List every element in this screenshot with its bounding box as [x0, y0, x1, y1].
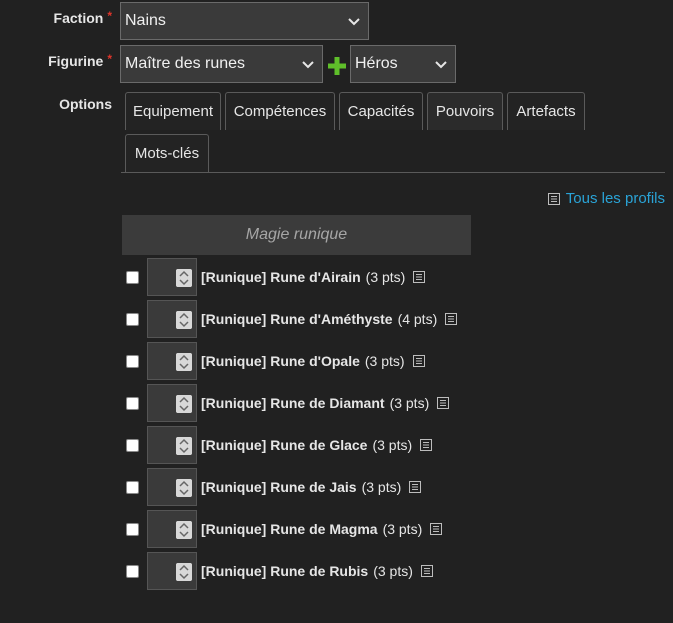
spinner-arrows-icon[interactable]	[176, 395, 192, 413]
select-checkbox[interactable]	[126, 438, 139, 452]
item-points: (3 pts)	[389, 395, 430, 411]
spinner-arrows-icon[interactable]	[176, 563, 192, 581]
select-checkbox[interactable]	[126, 564, 139, 578]
item-name: [Runique] Rune de Glace	[201, 437, 368, 453]
tab-artefacts[interactable]: Artefacts	[507, 92, 585, 130]
quantity-stepper[interactable]	[147, 426, 197, 464]
chevron-down-icon	[435, 61, 447, 69]
document-icon[interactable]	[445, 313, 458, 325]
required-marker: *	[107, 52, 112, 66]
item-name: [Runique] Rune de Jais	[201, 479, 357, 495]
item-name: [Runique] Rune d'Améthyste	[201, 311, 393, 327]
item-points: (3 pts)	[373, 563, 413, 579]
select-checkbox[interactable]	[126, 354, 139, 368]
list-item: [Runique] Rune d'Améthyste (4 pts)	[126, 300, 458, 338]
select-checkbox[interactable]	[126, 270, 139, 284]
tabs-divider	[121, 172, 665, 173]
item-points: (4 pts)	[397, 311, 438, 327]
tab-equipement[interactable]: Equipement	[125, 92, 221, 130]
tab-competences[interactable]: Compétences	[225, 92, 335, 130]
item-points: (3 pts)	[365, 269, 406, 285]
quantity-stepper[interactable]	[147, 258, 197, 296]
figurine-label-text: Figurine	[48, 53, 104, 69]
item-points: (3 pts)	[361, 479, 402, 495]
list-item: [Runique] Rune d'Opale (3 pts)	[126, 342, 425, 380]
faction-select-value: Nains	[125, 12, 166, 29]
quantity-stepper[interactable]	[147, 468, 197, 506]
document-icon[interactable]	[437, 397, 450, 409]
select-checkbox[interactable]	[126, 396, 139, 410]
required-marker: *	[107, 9, 112, 23]
faction-label-text: Faction	[53, 10, 104, 26]
document-icon[interactable]	[420, 565, 433, 577]
spinner-arrows-icon[interactable]	[176, 269, 192, 287]
item-name: [Runique] Rune de Rubis	[201, 563, 369, 579]
figurine-type-select[interactable]: Héros	[350, 45, 456, 83]
spinner-arrows-icon[interactable]	[176, 353, 192, 371]
list-item: [Runique] Rune de Diamant (3 pts)	[126, 384, 450, 422]
quantity-stepper[interactable]	[147, 300, 197, 338]
item-name: [Runique] Rune de Diamant	[201, 395, 385, 411]
item-name: [Runique] Rune d'Opale	[201, 353, 360, 369]
quantity-stepper[interactable]	[147, 510, 197, 548]
list-item: [Runique] Rune de Magma (3 pts)	[126, 510, 443, 548]
spinner-arrows-icon[interactable]	[176, 437, 192, 455]
spinner-arrows-icon[interactable]	[176, 479, 192, 497]
spinner-arrows-icon[interactable]	[176, 311, 192, 329]
all-profiles-text[interactable]: Tous les profils	[566, 190, 665, 207]
all-profiles-link[interactable]: Tous les profils	[547, 190, 665, 207]
document-icon[interactable]	[420, 439, 433, 451]
tab-pouvoirs[interactable]: Pouvoirs	[427, 92, 503, 130]
faction-select[interactable]: Nains	[120, 2, 369, 40]
list-item: [Runique] Rune de Jais (3 pts)	[126, 468, 422, 506]
item-name: [Runique] Rune de Magma	[201, 521, 378, 537]
quantity-stepper[interactable]	[147, 384, 197, 422]
figurine-label: Figurine *	[48, 52, 112, 69]
document-icon[interactable]	[412, 355, 425, 367]
figurine-select[interactable]: Maître des runes	[120, 45, 323, 83]
document-icon[interactable]	[413, 271, 426, 283]
list-item: [Runique] Rune de Rubis (3 pts)	[126, 552, 433, 590]
chevron-down-icon	[302, 61, 314, 69]
spinner-arrows-icon[interactable]	[176, 521, 192, 539]
item-points: (3 pts)	[372, 437, 413, 453]
document-icon[interactable]	[430, 523, 443, 535]
list-item: [Runique] Rune d'Airain (3 pts)	[126, 258, 426, 296]
group-header: Magie runique	[122, 215, 471, 255]
chevron-down-icon	[348, 18, 360, 26]
item-points: (3 pts)	[364, 353, 405, 369]
quantity-stepper[interactable]	[147, 552, 197, 590]
select-checkbox[interactable]	[126, 480, 139, 494]
faction-label: Faction *	[53, 9, 112, 26]
select-checkbox[interactable]	[126, 312, 139, 326]
select-checkbox[interactable]	[126, 522, 139, 536]
options-label: Options	[59, 96, 112, 112]
item-name: [Runique] Rune d'Airain	[201, 269, 361, 285]
figurine-select-value: Maître des runes	[125, 55, 246, 72]
quantity-stepper[interactable]	[147, 342, 197, 380]
figurine-type-value: Héros	[355, 55, 398, 72]
document-icon[interactable]	[409, 481, 422, 493]
list-item: [Runique] Rune de Glace (3 pts)	[126, 426, 433, 464]
item-points: (3 pts)	[382, 521, 423, 537]
tab-mots-cles[interactable]: Mots-clés	[125, 134, 209, 172]
tab-capacites[interactable]: Capacités	[339, 92, 423, 130]
add-plus-icon[interactable]	[328, 57, 346, 75]
document-icon	[547, 192, 560, 205]
